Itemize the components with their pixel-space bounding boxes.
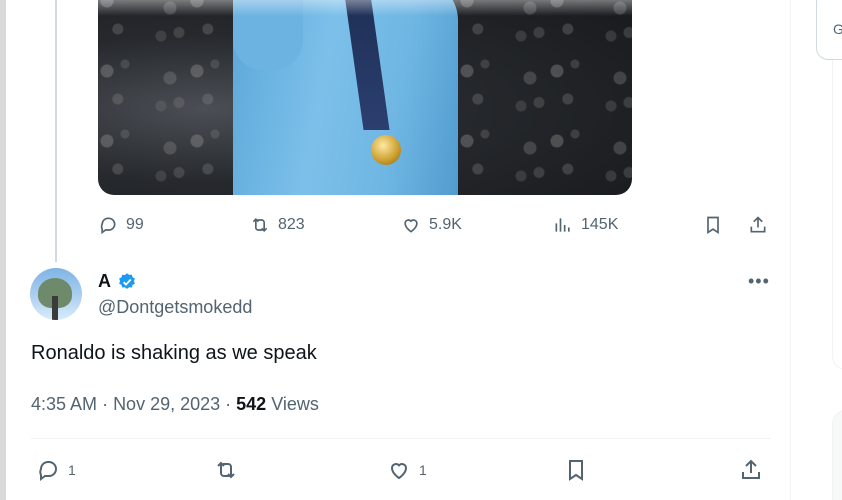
left-nav-edge: [0, 0, 6, 500]
verified-badge-icon: [119, 272, 135, 289]
author-handle[interactable]: @Dontgetsmokedd: [98, 297, 252, 318]
tweet-media-image[interactable]: [98, 0, 632, 195]
bookmark-icon: [707, 216, 719, 235]
meta-separator: ·: [102, 394, 114, 414]
views-button[interactable]: 145K: [553, 215, 618, 235]
share-icon: [742, 459, 760, 479]
tweet-date[interactable]: Nov 29, 2023: [113, 394, 220, 414]
avatar[interactable]: [30, 268, 82, 320]
share-button[interactable]: [748, 215, 768, 235]
like-button[interactable]: 5.9K: [401, 215, 462, 235]
more-options-icon[interactable]: •••: [748, 271, 770, 292]
tweet-text: Ronaldo is shaking as we speak: [31, 342, 317, 364]
reply-count: 1: [68, 462, 76, 478]
heart-icon: [390, 463, 408, 480]
reply-icon: [39, 461, 57, 481]
heart-icon: [404, 219, 418, 233]
repost-count: 823: [278, 216, 305, 233]
views-count: 145K: [581, 216, 619, 233]
reply-tweet-reply-button[interactable]: 1: [36, 458, 76, 482]
views-number: 542: [236, 394, 267, 414]
like-count: 5.9K: [429, 216, 462, 233]
media-top-fade: [98, 0, 632, 16]
views-label: Views: [271, 394, 319, 414]
sidebar-search-card[interactable]: G: [816, 0, 842, 60]
reply-button[interactable]: 99: [98, 215, 144, 235]
sidebar-partial-text: G: [833, 21, 842, 37]
author-name[interactable]: A: [98, 271, 137, 292]
views-chart-icon: [555, 218, 570, 232]
sidebar-panel: [832, 60, 842, 370]
reply-tweet-share-button[interactable]: [739, 458, 763, 482]
repost-icon: [252, 217, 268, 233]
divider: [31, 438, 771, 439]
column-border: [790, 0, 791, 500]
reply-tweet-like-button[interactable]: 1: [387, 458, 427, 482]
reply-tweet-repost-button[interactable]: [214, 458, 238, 482]
reply-count: 99: [126, 216, 144, 233]
tweet-meta: 4:35 AM · Nov 29, 2023 · 542 Views: [31, 394, 319, 415]
repost-icon: [217, 461, 235, 479]
sidebar-panel-lower: [832, 410, 842, 500]
meta-separator: ·: [225, 394, 237, 414]
tweet-time[interactable]: 4:35 AM: [31, 394, 97, 414]
reply-tweet-bookmark-button[interactable]: [564, 458, 588, 482]
bookmark-icon: [569, 460, 583, 481]
share-icon: [750, 216, 766, 233]
thread-connector: [55, 0, 57, 262]
display-name: A: [98, 271, 111, 291]
media-medal: [371, 135, 401, 165]
bookmark-button[interactable]: [703, 215, 723, 235]
repost-button[interactable]: 823: [250, 215, 305, 235]
like-count: 1: [419, 462, 427, 478]
avatar-trunk: [52, 296, 58, 320]
reply-icon: [100, 217, 116, 235]
